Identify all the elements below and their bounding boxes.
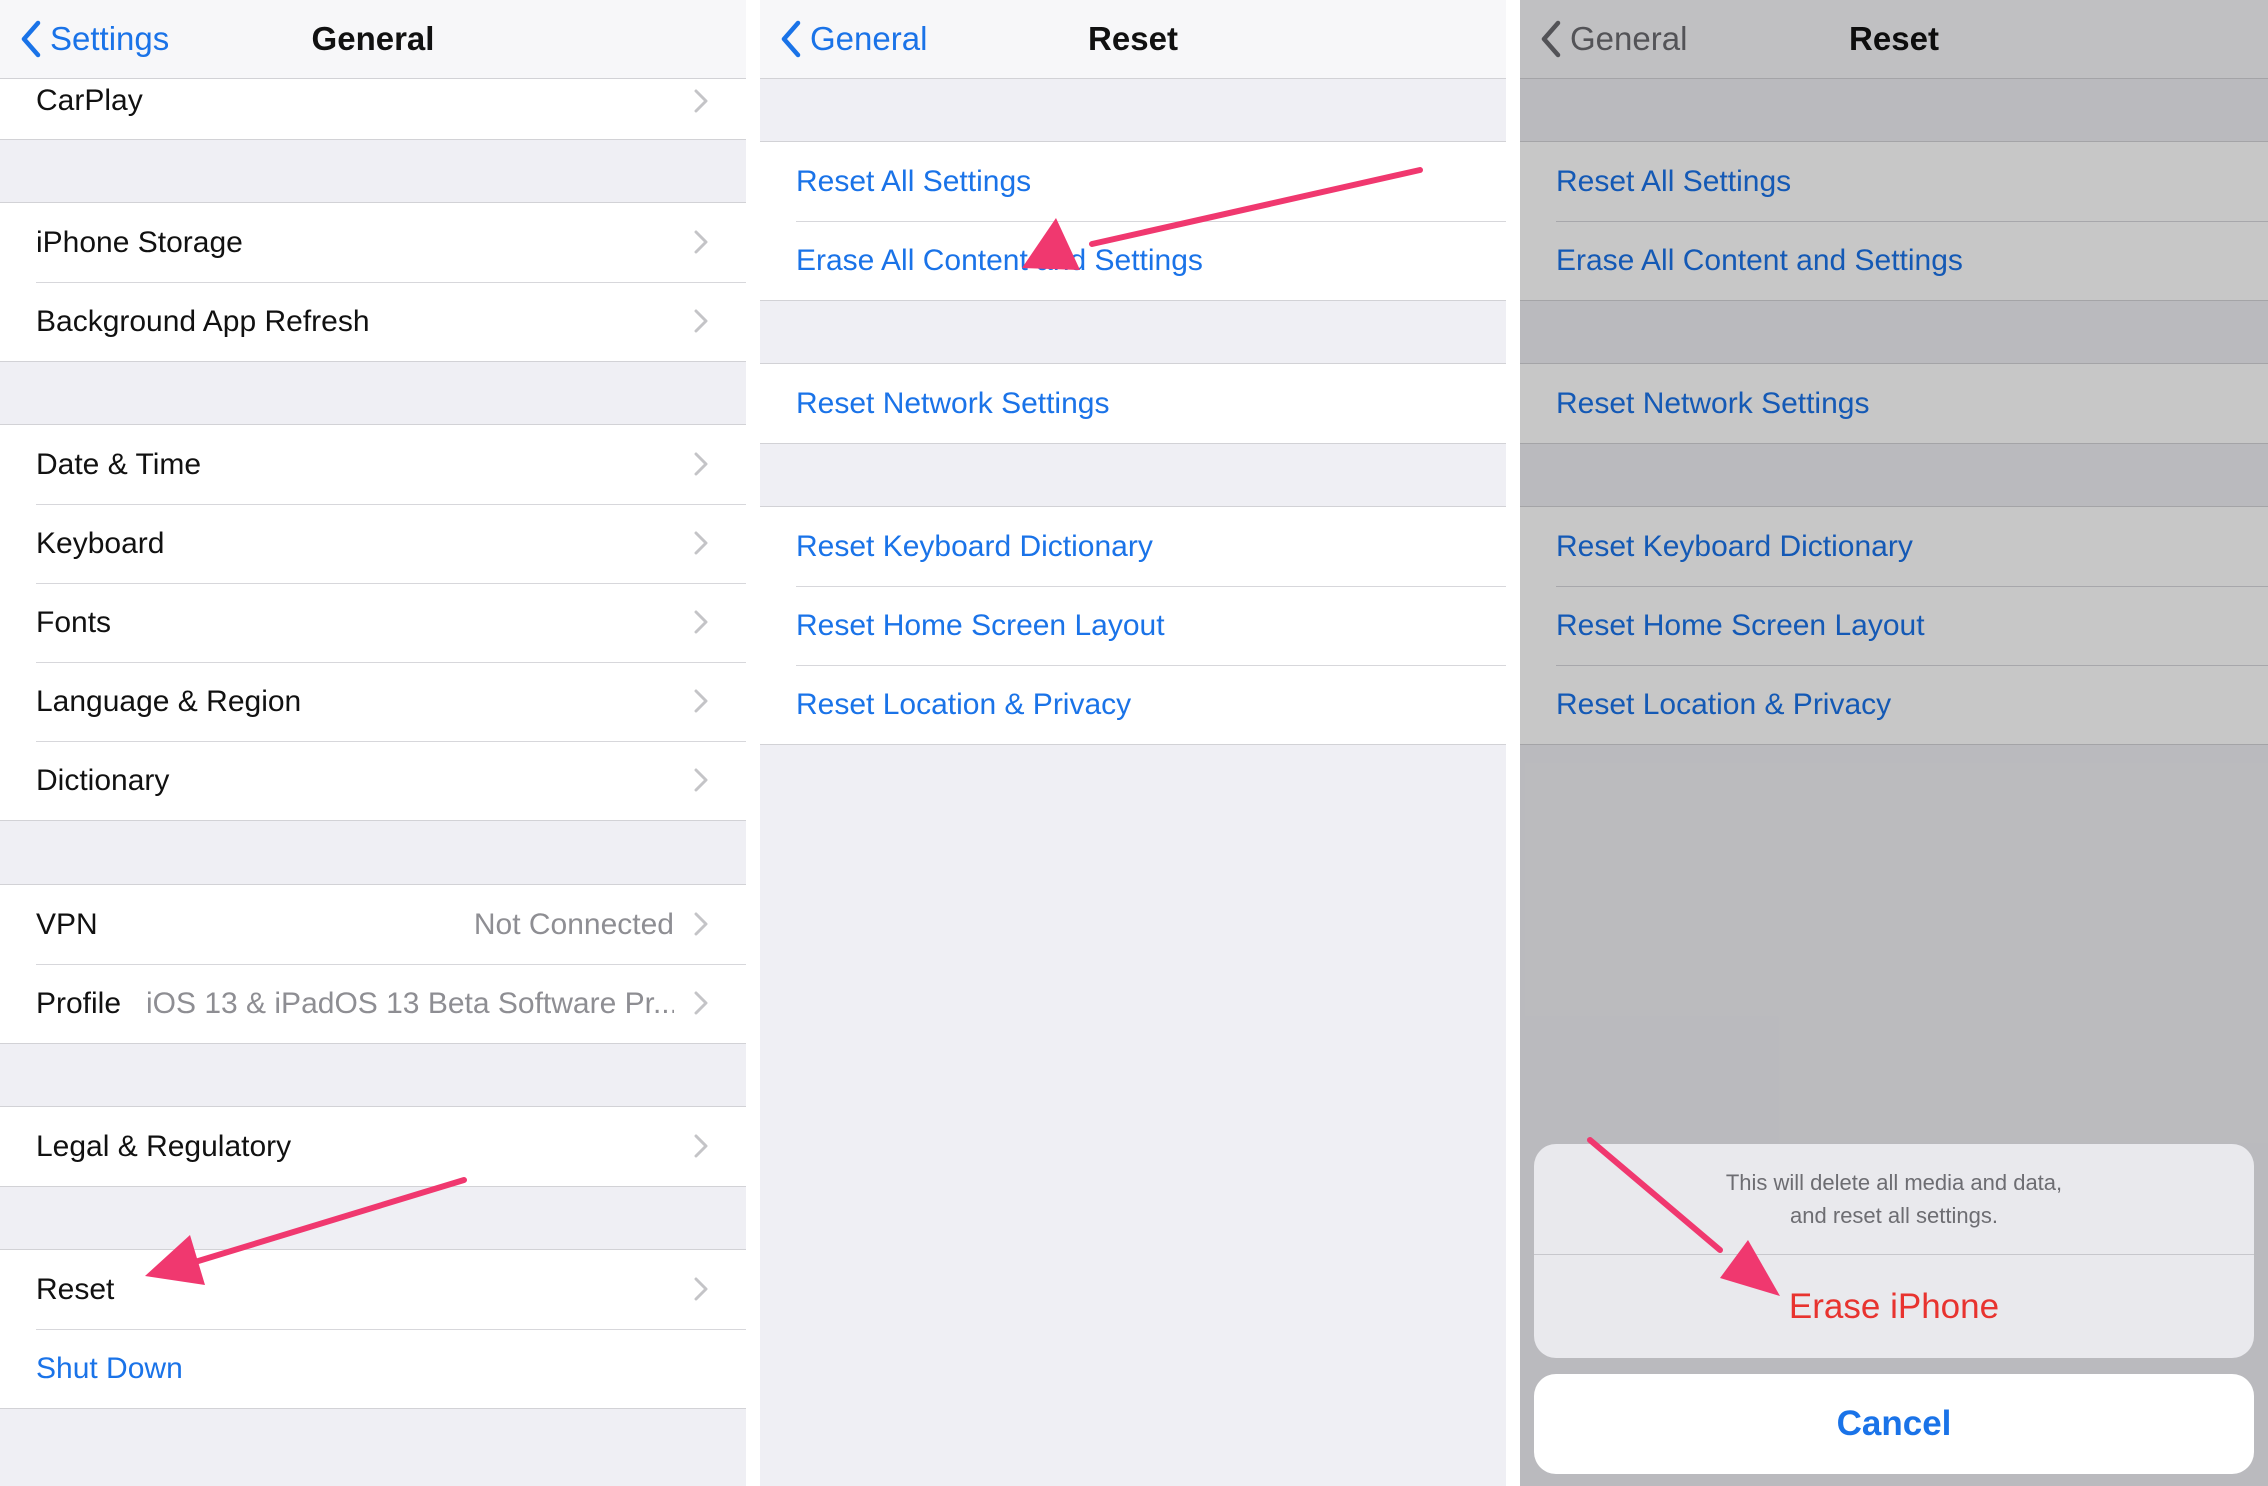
reset-location-privacy-button[interactable]: Reset Location & Privacy	[1520, 665, 2268, 744]
row-label: Reset	[36, 1272, 115, 1306]
general-row-language-region[interactable]: Language & Region	[0, 662, 746, 741]
action-sheet: This will delete all media and data, and…	[1534, 1144, 2254, 1358]
reset-keyboard-dictionary-button[interactable]: Reset Keyboard Dictionary	[1520, 507, 2268, 586]
chevron-right-icon	[694, 452, 708, 476]
row-label: Profile	[36, 986, 122, 1020]
page-title: Reset	[1088, 20, 1178, 57]
row-label: Language & Region	[36, 684, 302, 718]
general-row-fonts[interactable]: Fonts	[0, 583, 746, 662]
row-label: Fonts	[36, 605, 112, 639]
general-row-reset[interactable]: Reset	[0, 1250, 746, 1329]
row-label: Reset Network Settings	[796, 386, 1110, 420]
shut-down-button[interactable]: Shut Down	[0, 1329, 746, 1408]
cancel-button[interactable]: Cancel	[1534, 1374, 2254, 1474]
row-label: Dictionary	[36, 763, 170, 797]
profile-name-value: iOS 13 & iPadOS 13 Beta Software Pr...	[146, 986, 674, 1020]
row-label: VPN	[36, 907, 98, 941]
row-label: Background App Refresh	[36, 304, 370, 338]
general-row-background-app-refresh[interactable]: Background App Refresh	[0, 282, 746, 361]
vpn-status-value: Not Connected	[473, 907, 674, 941]
reset-group-erase: Reset All Settings Erase All Content and…	[1520, 141, 2268, 301]
row-label: Keyboard	[36, 526, 165, 560]
reset-home-screen-layout-button[interactable]: Reset Home Screen Layout	[1520, 586, 2268, 665]
chevron-right-icon	[694, 309, 708, 333]
reset-confirm-screen: General Reset Reset All Settings Erase A…	[1520, 0, 2268, 1486]
general-group-reset: Reset Shut Down	[0, 1249, 746, 1409]
row-label: Shut Down	[36, 1351, 183, 1385]
chevron-right-icon	[694, 89, 708, 113]
nav-bar: Settings General	[0, 0, 746, 79]
general-screen: CarPlay iPhone Storage Background App Re…	[0, 0, 746, 1486]
chevron-right-icon	[694, 531, 708, 555]
general-group-settings: Date & Time Keyboard Fonts Language & Re…	[0, 424, 746, 821]
row-label: Legal & Regulatory	[36, 1129, 292, 1163]
erase-all-content-button[interactable]: Erase All Content and Settings	[1520, 221, 2268, 300]
general-group-legal: Legal & Regulatory	[0, 1106, 746, 1187]
reset-group-misc: Reset Keyboard Dictionary Reset Home Scr…	[760, 506, 1506, 745]
chevron-right-icon	[694, 610, 708, 634]
chevron-right-icon	[694, 1134, 708, 1158]
message-line: This will delete all media and data,	[1725, 1170, 2063, 1195]
general-row-iphone-storage[interactable]: iPhone Storage	[0, 203, 746, 282]
general-row-legal-regulatory[interactable]: Legal & Regulatory	[0, 1107, 746, 1186]
row-label: Reset All Settings	[1556, 164, 1792, 198]
message-line: and reset all settings.	[1790, 1203, 1998, 1228]
general-row-vpn[interactable]: VPN Not Connected	[0, 885, 746, 964]
reset-all-settings-button[interactable]: Reset All Settings	[1520, 142, 2268, 221]
row-label: Reset Keyboard Dictionary	[1556, 529, 1913, 563]
row-label: iPhone Storage	[36, 225, 243, 259]
row-label: CarPlay	[36, 83, 143, 117]
chevron-right-icon	[694, 991, 708, 1015]
row-label: Erase All Content and Settings	[1556, 243, 1963, 277]
chevron-right-icon	[694, 768, 708, 792]
chevron-right-icon	[694, 912, 708, 936]
reset-all-settings-button[interactable]: Reset All Settings	[760, 142, 1506, 221]
reset-home-screen-layout-button[interactable]: Reset Home Screen Layout	[760, 586, 1506, 665]
reset-group-erase: Reset All Settings Erase All Content and…	[760, 141, 1506, 301]
action-sheet-message: This will delete all media and data, and…	[1534, 1144, 2254, 1255]
row-label: Reset Network Settings	[1556, 386, 1870, 420]
row-label: Reset Keyboard Dictionary	[796, 529, 1153, 563]
general-row-keyboard[interactable]: Keyboard	[0, 504, 746, 583]
general-row-date-time[interactable]: Date & Time	[0, 425, 746, 504]
row-label: Reset Location & Privacy	[1556, 687, 1892, 721]
row-label: Reset Home Screen Layout	[796, 608, 1165, 642]
nav-bar: General Reset	[1520, 0, 2268, 79]
page-title: Reset	[1849, 20, 1939, 57]
row-label: Reset Home Screen Layout	[1556, 608, 1925, 642]
reset-network-settings-button[interactable]: Reset Network Settings	[760, 364, 1506, 443]
general-group-network: VPN Not Connected Profile iOS 13 & iPadO…	[0, 884, 746, 1044]
row-label: Reset All Settings	[796, 164, 1032, 198]
page-title: General	[311, 20, 435, 57]
row-label: Erase All Content and Settings	[796, 243, 1203, 277]
reset-location-privacy-button[interactable]: Reset Location & Privacy	[760, 665, 1506, 744]
nav-bar: General Reset	[760, 0, 1506, 79]
reset-network-settings-button[interactable]: Reset Network Settings	[1520, 364, 2268, 443]
chevron-right-icon	[694, 1277, 708, 1301]
general-group-storage: iPhone Storage Background App Refresh	[0, 202, 746, 362]
row-label: Date & Time	[36, 447, 202, 481]
erase-iphone-button[interactable]: Erase iPhone	[1534, 1255, 2254, 1358]
reset-group-network: Reset Network Settings	[1520, 363, 2268, 444]
reset-group-misc: Reset Keyboard Dictionary Reset Home Scr…	[1520, 506, 2268, 745]
general-row-profile[interactable]: Profile iOS 13 & iPadOS 13 Beta Software…	[0, 964, 746, 1043]
erase-all-content-button[interactable]: Erase All Content and Settings	[760, 221, 1506, 300]
reset-group-network: Reset Network Settings	[760, 363, 1506, 444]
chevron-right-icon	[694, 689, 708, 713]
reset-keyboard-dictionary-button[interactable]: Reset Keyboard Dictionary	[760, 507, 1506, 586]
general-row-dictionary[interactable]: Dictionary	[0, 741, 746, 820]
reset-screen: General Reset Reset All Settings Erase A…	[760, 0, 1506, 1486]
row-label: Reset Location & Privacy	[796, 687, 1132, 721]
chevron-right-icon	[694, 230, 708, 254]
